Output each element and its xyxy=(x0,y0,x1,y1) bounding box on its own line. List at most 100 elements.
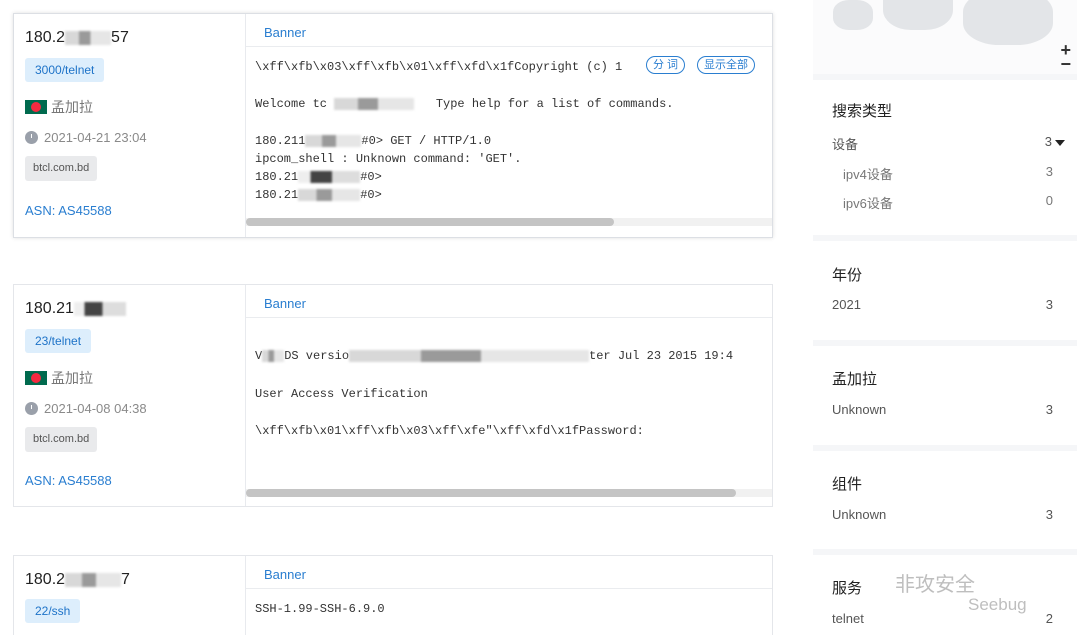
asn-link[interactable]: AS45588 xyxy=(58,203,112,218)
domain-tag[interactable]: btcl.com.bd xyxy=(25,427,98,452)
domain-tag[interactable]: btcl.com.bd xyxy=(25,156,98,181)
watermark-logo: 非攻安全 xyxy=(895,574,975,596)
ip-suffix: 7 xyxy=(121,571,130,588)
ip-prefix: 180.2 xyxy=(25,29,66,46)
banner-text: DS versio xyxy=(284,349,350,363)
segment-button[interactable]: 分 词 xyxy=(646,56,686,74)
facet-year: 年份 2021 3 xyxy=(813,241,1077,340)
facet-row[interactable]: Unknown 3 xyxy=(832,402,1065,417)
horizontal-scrollbar[interactable] xyxy=(246,218,772,226)
facet-value: 3 xyxy=(1044,134,1052,149)
facet-count: 3 xyxy=(1045,402,1053,417)
banner-title[interactable]: Banner xyxy=(246,556,772,589)
scrollbar-thumb[interactable] xyxy=(246,218,614,226)
facet-label: Unknown xyxy=(832,507,887,522)
facet-title: 年份 xyxy=(832,267,863,284)
banner-text: #0> xyxy=(360,170,382,184)
facet-row[interactable]: 2021 3 xyxy=(832,297,1065,312)
caret-down-icon[interactable] xyxy=(1055,139,1065,146)
facet-row[interactable]: Unknown 3 xyxy=(832,507,1065,522)
facet-count: 3 xyxy=(1045,134,1065,149)
banner-title[interactable]: Banner xyxy=(246,14,772,47)
time-label: 2021-04-21 23:04 xyxy=(44,130,147,145)
banner-line: ipcom_shell : Unknown command: 'GET'. xyxy=(255,152,522,166)
facet-label: Unknown xyxy=(832,402,887,417)
result-card: 180.2 57 3000/telnet 孟加拉 2021-04-21 23:04… xyxy=(13,13,773,238)
world-map[interactable]: + − xyxy=(813,0,1077,74)
facet-title: 组件 xyxy=(832,476,863,493)
ip-prefix: 180.2 xyxy=(25,571,66,588)
port-tag[interactable]: 3000/telnet xyxy=(25,58,105,82)
facet-count: 3 xyxy=(1045,297,1053,312)
banner-text: V xyxy=(255,349,263,363)
facet-component: 组件 Unknown 3 xyxy=(813,451,1077,549)
banner-line: 180.21 #0> xyxy=(255,170,382,184)
banner-panel: Banner V DS versio ter Jul 23 2015 19:4 Us… xyxy=(246,285,772,506)
banner-text: Welcome tc xyxy=(255,97,328,111)
banner-line: Welcome tc Type help for a list of comma… xyxy=(255,97,673,111)
country-label: 孟加拉 xyxy=(51,370,93,386)
result-card: 180.21 23/telnet 孟加拉 2021-04-08 04:38 bt… xyxy=(13,284,773,507)
show-all-button[interactable]: 显示全部 xyxy=(697,56,755,74)
country[interactable]: 孟加拉 xyxy=(25,368,93,388)
banner-line: V DS versio ter Jul 23 2015 19:4 xyxy=(255,349,733,363)
asn-label: ASN: xyxy=(25,203,56,218)
facet-country: 孟加拉 Unknown 3 xyxy=(813,346,1077,445)
facet-count: 3 xyxy=(1045,164,1053,179)
facet-count: 0 xyxy=(1045,193,1053,208)
port-tag[interactable]: 22/ssh xyxy=(25,599,81,623)
timestamp: 2021-04-08 04:38 xyxy=(25,401,147,416)
asn: ASN: AS45588 xyxy=(25,473,112,488)
map-landmass xyxy=(963,0,1053,45)
redaction xyxy=(334,97,415,110)
bangladesh-flag-icon xyxy=(25,100,47,114)
facet-title: 孟加拉 xyxy=(832,371,878,388)
asn-link[interactable]: AS45588 xyxy=(58,473,112,488)
banner-panel: Banner \xff\xfb\x03\xff\xfb\x01\xff\xfd\… xyxy=(246,14,772,237)
facet-count: 3 xyxy=(1045,507,1053,522)
facet-row[interactable]: ipv4设备 3 xyxy=(843,164,1065,183)
result-meta: 180.2 7 22/ssh xyxy=(14,556,246,635)
clock-icon xyxy=(25,131,38,144)
redaction xyxy=(65,30,112,45)
country[interactable]: 孟加拉 xyxy=(25,97,93,117)
watermark-text: Seebug xyxy=(968,595,1027,614)
port-tag[interactable]: 23/telnet xyxy=(25,329,92,353)
bangladesh-flag-icon xyxy=(25,371,47,385)
map-landmass xyxy=(883,0,953,30)
banner-line: 180.211 #0> GET / HTTP/1.0 xyxy=(255,134,491,148)
result-meta: 180.2 57 3000/telnet 孟加拉 2021-04-21 23:04… xyxy=(14,14,246,237)
facet-row[interactable]: telnet 2 xyxy=(832,611,1065,626)
ip-address[interactable]: 180.21 xyxy=(25,300,126,318)
banner-text: Type help for a list of commands. xyxy=(435,97,674,111)
banner-line: User Access Verification xyxy=(255,387,428,401)
timestamp: 2021-04-21 23:04 xyxy=(25,130,147,145)
facet-title: 服务 xyxy=(832,580,863,597)
redaction xyxy=(262,349,285,362)
banner-panel: Banner SSH-1.99-SSH-6.9.0 xyxy=(246,556,772,635)
banner-text: #0> GET / HTTP/1.0 xyxy=(361,134,492,148)
facet-label: ipv4设备 xyxy=(843,167,893,182)
redaction xyxy=(73,301,126,316)
banner-line: \xff\xfb\x01\xff\xfb\x03\xff\xfe"\xff\xf… xyxy=(255,424,644,438)
time-label: 2021-04-08 04:38 xyxy=(44,401,147,416)
zoom-out-button[interactable]: − xyxy=(1060,54,1071,74)
redaction xyxy=(65,572,122,587)
facet-title: 搜索类型 xyxy=(832,103,893,120)
ip-suffix: 57 xyxy=(111,29,129,46)
ip-address[interactable]: 180.2 7 xyxy=(25,571,130,589)
redaction xyxy=(298,170,361,183)
ip-address[interactable]: 180.2 57 xyxy=(25,29,129,47)
facet-search-type: 搜索类型 设备 3 ipv4设备 3 ipv6设备 0 xyxy=(813,80,1077,235)
facet-row[interactable]: ipv6设备 0 xyxy=(843,193,1065,212)
facet-label: telnet xyxy=(832,611,864,626)
redaction xyxy=(305,134,362,147)
banner-title[interactable]: Banner xyxy=(246,285,772,318)
facet-row[interactable]: 设备 3 xyxy=(832,134,1065,153)
facet-count: 2 xyxy=(1045,611,1053,626)
banner-text: 180.21 xyxy=(255,170,299,184)
banner-line: SSH-1.99-SSH-6.9.0 xyxy=(255,602,385,616)
horizontal-scrollbar[interactable] xyxy=(246,489,772,497)
banner-text: ter Jul 23 2015 19:4 xyxy=(589,349,734,363)
scrollbar-thumb[interactable] xyxy=(246,489,736,497)
